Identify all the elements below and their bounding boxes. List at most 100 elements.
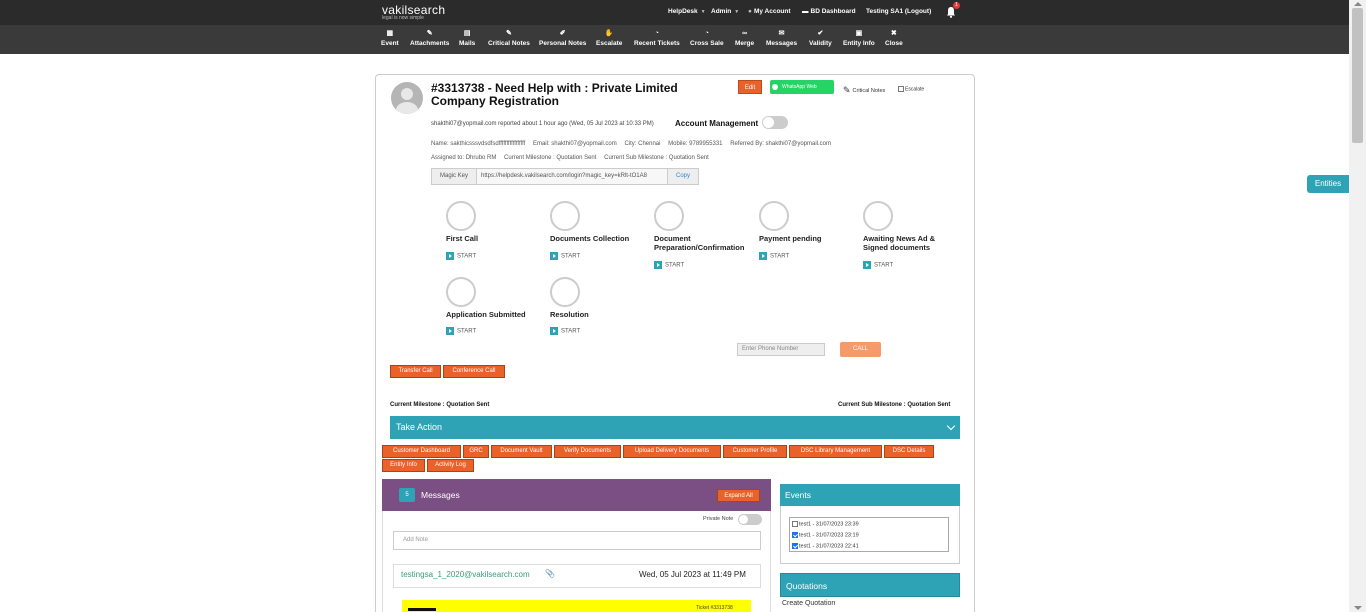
milestone-circle [654, 201, 684, 231]
quotations-title: Quotations [780, 573, 960, 597]
milestone-application-submitted[interactable]: Application Submitted START [446, 277, 546, 335]
magic-key-label: Magic Key [432, 169, 477, 184]
check-icon: ✔ [817, 30, 824, 37]
milestone-start-button[interactable]: START [550, 327, 580, 335]
customer-profile-button[interactable]: Customer Profile [723, 445, 787, 458]
tool-personal-notes[interactable]: ✐ Personal Notes [539, 29, 586, 47]
brand-logo[interactable]: vakilsearch legal is now simple [382, 3, 445, 21]
milestone-start-label: START [770, 253, 790, 260]
event-item[interactable]: test1 - 31/07/2023 22:41 [792, 543, 859, 549]
phone-number-input[interactable]: Enter Phone Number [737, 343, 825, 356]
event-checkbox[interactable] [792, 521, 798, 527]
escalate-checkbox-box[interactable] [898, 86, 904, 92]
nav-bd-dashboard[interactable]: ▬ BD Dashboard [802, 8, 856, 15]
milestone-start-button[interactable]: START [550, 252, 580, 260]
paperclip-icon: ✎ [426, 30, 433, 37]
tool-recent-tickets[interactable]: ◔ Recent Tickets [634, 29, 680, 47]
tool-merge-label: Merge [735, 40, 755, 47]
nav-admin-label: Admin [711, 8, 732, 15]
edit-button[interactable]: Edit [738, 80, 762, 94]
assigned-to: Assigned to: Dhrubo RM [431, 155, 497, 161]
milestone-first-call[interactable]: First Call START [446, 201, 546, 260]
whatsapp-icon [772, 84, 778, 90]
dsc-library-management-button[interactable]: DSC Library Management [789, 445, 882, 458]
nav-helpdesk[interactable]: HelpDesk ▼ [668, 8, 706, 15]
escalate-checkbox[interactable]: Escalate [898, 86, 924, 92]
take-action-bar[interactable]: Take Action [390, 416, 960, 439]
milestone-documents-collection[interactable]: Documents Collection START [550, 201, 650, 260]
tool-event[interactable]: ▦ Event [381, 29, 399, 47]
copy-button[interactable]: Copy [668, 169, 698, 184]
assignment-details: Assigned to: Dhrubo RM Current Milestone… [431, 155, 715, 161]
milestone-start-button[interactable]: START [446, 327, 476, 335]
expand-all-button[interactable]: Expand All [717, 489, 760, 502]
milestone-awaiting-news-ad[interactable]: Awaiting News Ad & Signed documents STAR… [863, 201, 963, 269]
nav-user-logout[interactable]: Testing SA1 (Logout) [866, 8, 931, 15]
page-scrollbar[interactable] [1349, 0, 1366, 612]
nav-my-account[interactable]: ● My Account [748, 8, 791, 15]
whatsapp-web-button[interactable]: WhatsApp Web [770, 80, 834, 94]
tool-escalate[interactable]: ✋ Escalate [596, 29, 622, 47]
milestone-name: Awaiting News Ad & Signed documents [863, 234, 936, 252]
ticket-title: #3313738 - Need Help with : Private Limi… [431, 81, 678, 108]
add-note-input[interactable]: Add Note [393, 531, 761, 550]
tool-entity-info[interactable]: ▣ Entity Info [843, 29, 875, 47]
event-item[interactable]: test1 - 31/07/2023 23:19 [792, 532, 859, 538]
entity-info-button[interactable]: Entity Info [382, 459, 425, 472]
scrollbar-thumb[interactable] [1352, 8, 1363, 143]
tool-personal-notes-label: Personal Notes [539, 40, 587, 47]
nav-admin[interactable]: Admin ▼ [711, 8, 739, 15]
activity-log-button[interactable]: Activity Log [427, 459, 474, 472]
milestone-start-button[interactable]: START [446, 252, 476, 260]
tool-cross-sale[interactable]: ◔ Cross Sale [690, 29, 724, 47]
create-quotation-link[interactable]: Create Quotation [782, 600, 835, 607]
pencil-icon: ✎ [506, 30, 512, 37]
scroll-down-arrow-icon[interactable] [1354, 606, 1362, 610]
event-checkbox[interactable] [792, 543, 798, 549]
tool-messages[interactable]: ✉ Messages [766, 29, 797, 47]
grc-button[interactable]: GRC [463, 445, 489, 458]
upload-delivery-documents-button[interactable]: Upload Delivery Documents [623, 445, 721, 458]
tool-attachments-label: Attachments [410, 40, 450, 47]
verify-documents-button[interactable]: Verify Documents [554, 445, 621, 458]
magic-key-field[interactable]: https://helpdesk.vakilsearch.com/login?m… [477, 169, 668, 184]
tool-critical-notes[interactable]: ✎ Critical Notes [488, 29, 530, 47]
tool-close-label: Close [885, 40, 903, 47]
tool-close[interactable]: ✖ Close [885, 29, 903, 47]
nav-bd-dashboard-label: BD Dashboard [810, 8, 856, 15]
milestone-start-button[interactable]: START [863, 261, 893, 269]
document-vault-button[interactable]: Document Vault [491, 445, 552, 458]
tool-merge[interactable]: ∞ Merge [735, 29, 754, 47]
event-item[interactable]: test1 - 31/07/2023 23:39 [792, 521, 859, 527]
tool-mails[interactable]: ▤ Mails [459, 29, 475, 47]
tool-mails-label: Mails [459, 40, 476, 47]
dsc-details-button[interactable]: DSC Details [884, 445, 934, 458]
milestone-name: First Call [446, 234, 479, 243]
critical-notes-link[interactable]: ✎ Critical Notes [843, 84, 885, 95]
call-button[interactable]: CALL [840, 342, 881, 357]
event-checkbox[interactable] [792, 532, 798, 538]
scroll-up-arrow-icon[interactable] [1354, 2, 1362, 6]
message-sender[interactable]: testingsa_1_2020@vakilsearch.com [401, 570, 530, 579]
customer-mobile: Mobile: 9789955331 [668, 141, 723, 147]
milestone-start-button[interactable]: START [759, 252, 789, 260]
paperclip-icon[interactable]: 📎 [545, 569, 555, 578]
entities-tab[interactable]: Entities [1307, 175, 1349, 193]
customer-dashboard-button[interactable]: Customer Dashboard [382, 445, 461, 458]
private-note-toggle[interactable] [738, 514, 762, 525]
tool-attachments[interactable]: ✎ Attachments [410, 29, 449, 47]
nav-user-label: Testing SA1 (Logout) [866, 8, 932, 15]
transfer-call-button[interactable]: Transfer Call [390, 365, 441, 378]
milestone-payment-pending[interactable]: Payment pending START [759, 201, 859, 260]
current-sub-milestone-label: Current Sub Milestone : Quotation Sent [838, 402, 951, 408]
milestone-document-preparation[interactable]: Document Preparation/Confirmation START [654, 201, 754, 269]
envelope-icon: ✉ [778, 30, 785, 37]
conference-call-button[interactable]: Conference Call [443, 365, 505, 378]
account-management-toggle[interactable] [762, 116, 788, 129]
message-ticket-ref: Ticket #3313738 [696, 605, 733, 611]
milestone-resolution[interactable]: Resolution START [550, 277, 650, 335]
tool-validity[interactable]: ✔ Validity [809, 29, 832, 47]
milestone-start-button[interactable]: START [654, 261, 684, 269]
clock-icon: ◔ [704, 30, 709, 37]
document-icon: ▣ [855, 30, 863, 37]
